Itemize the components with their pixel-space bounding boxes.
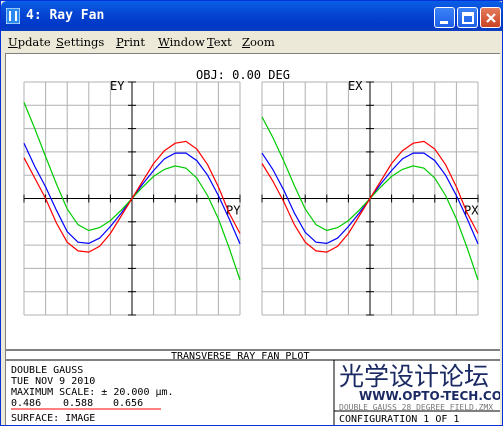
date-label: TUE NOV 9 2010 [11,376,95,387]
close-button[interactable] [480,7,501,28]
close-icon [486,13,496,23]
minimize-icon [440,21,448,24]
maximize-button[interactable] [457,7,478,28]
ey-py-chart: EYPY [23,79,241,316]
configuration-label: CONFIGURATION 1 OF 1 [339,414,459,425]
surface-label: SURFACE: IMAGE [11,413,95,424]
file-label: DOUBLE GAUSS 28 DEGREE FIELD.ZMX [339,403,493,412]
maximize-icon [462,12,474,24]
window-title: 4: Ray Fan [26,8,105,23]
ex-px-chart: EXPX [261,79,479,316]
ray-fan-plot: OBJ: 0.00 DEG EYPY EXPX TRANSVERSE RAY F… [6,68,503,425]
menu-print[interactable]: Print [116,35,145,49]
app-icon [6,8,20,24]
wavelength-1: 0.588 [63,398,93,409]
menu-zoom[interactable]: Zoom [242,35,275,49]
menu-text[interactable]: Text [207,35,232,49]
plot-title: TRANSVERSE RAY FAN PLOT [171,351,309,362]
y-axis-label: EY [110,79,125,93]
menu-update[interactable]: Update [8,35,51,49]
watermark-url: WWW.OPTO-TECH.COM [359,389,500,403]
title-bar[interactable]: 4: Ray Fan [1,1,503,31]
lens-name: DOUBLE GAUSS [11,365,83,376]
wavelength-2: 0.656 [113,398,143,409]
field-label: OBJ: 0.00 DEG [196,68,290,82]
menu-bar: Update Settings Print Window Text Zoom [2,31,502,51]
plot-canvas: OBJ: 0.00 DEG EY PY EX PX TRANSVERSE RAY F… [5,53,503,425]
watermark-chinese: 光学设计论坛 [339,362,489,391]
wavelength-0: 0.486 [11,398,41,409]
application-window: 4: Ray Fan Update Settings Print Window … [0,0,503,426]
minimize-button[interactable] [434,7,455,28]
y-axis-label: EX [348,79,363,93]
menu-window[interactable]: Window [158,35,205,49]
menu-settings[interactable]: Settings [56,35,104,49]
max-scale-label: MAXIMUM SCALE: ± 20.000 µm. [11,387,174,398]
